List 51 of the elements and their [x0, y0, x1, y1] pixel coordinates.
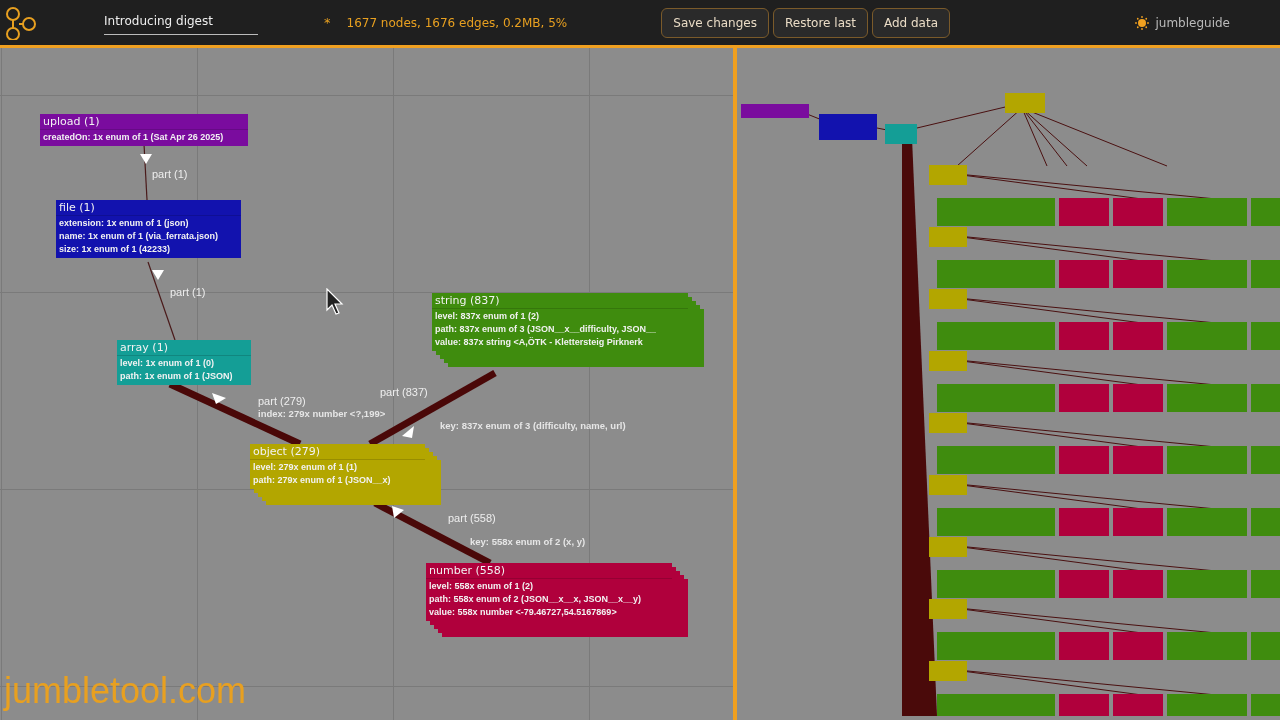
edge-label: part (837) — [380, 386, 428, 398]
arrowhead-icon — [402, 426, 414, 438]
node-field: extension: 1x enum of 1 (json) — [56, 216, 241, 229]
node-field: level: 1x enum of 1 (0) — [117, 356, 251, 369]
unsaved-indicator: * — [324, 15, 331, 30]
node-field: level: 837x enum of 1 (2) — [432, 309, 688, 322]
node-title: upload (1) — [40, 114, 248, 130]
edge-label: part (1) — [152, 168, 188, 180]
node-field: path: 1x enum of 1 (JSON) — [117, 369, 251, 382]
node-field: createdOn: 1x enum of 1 (Sat Apr 26 2025) — [40, 130, 248, 143]
cursor-icon — [326, 288, 346, 316]
node-title: file (1) — [56, 200, 241, 216]
node-title: object (279) — [250, 444, 425, 460]
arrowhead-icon — [212, 393, 226, 404]
edge-line — [143, 143, 148, 201]
toolbar-button[interactable]: Add data — [871, 7, 951, 38]
node-field: value: 837x string <A,ÖTK - Klettersteig Pirknerk — [432, 335, 688, 348]
sun-icon — [1135, 15, 1150, 30]
schema-node[interactable]: file (1) extension: 1x enum of 1 (json) name: 1x enum of 1 (via_ferrata.json) size: 1x enum of 1 (42233) — [56, 200, 241, 258]
graph-node — [819, 114, 877, 140]
toolbar-button[interactable]: Restore last — [772, 7, 868, 38]
graph-stats: 1677 nodes, 1676 edges, 0.2MB, 5% — [346, 15, 568, 30]
edge-label: part (1) — [170, 286, 206, 298]
node-field: path: 837x enum of 3 (JSON__x__difficulty, JSON__ — [432, 322, 688, 335]
node-field: size: 1x enum of 1 (42233) — [56, 242, 241, 255]
node-field: value: 558x number <-79.46727,54.5167869> — [426, 605, 672, 618]
toolbar-button[interactable]: Save changes — [661, 7, 769, 38]
node-field: level: 558x enum of 1 (2) — [426, 579, 672, 592]
edge-label: part (279) — [258, 395, 306, 407]
site-caption: jumbletool.com — [4, 670, 247, 712]
edge-label: part (558) — [448, 512, 496, 524]
graph-node — [885, 124, 917, 144]
graph-node — [1005, 93, 1045, 113]
title-field[interactable]: Introducing digest — [104, 10, 258, 35]
node-title: array (1) — [117, 340, 251, 356]
graph-node — [741, 104, 809, 118]
node-title: number (558) — [426, 563, 672, 579]
node-field: path: 558x enum of 2 (JSON__x__x, JSON__x__y) — [426, 592, 672, 605]
node-field: name: 1x enum of 1 (via_ferrata.json) — [56, 229, 241, 242]
edge-detail: key: 558x enum of 2 (x, y) — [470, 536, 586, 547]
node-field: path: 279x enum of 1 (JSON__x) — [250, 473, 425, 486]
logo-icon[interactable] — [4, 5, 38, 40]
schema-node[interactable]: upload (1) createdOn: 1x enum of 1 (Sat Apr 26 2025) — [40, 114, 248, 146]
brand-link[interactable]: jumbleguide — [1155, 15, 1230, 30]
node-title: string (837) — [432, 293, 688, 309]
arrowhead-icon — [392, 506, 404, 518]
edge-detail: index: 279x number <?,199> — [258, 408, 386, 419]
arrowhead-icon — [140, 154, 152, 164]
edge-detail: key: 837x enum of 3 (difficulty, name, url) — [440, 420, 626, 431]
arrowhead-icon — [152, 270, 164, 280]
node-field: level: 279x enum of 1 (1) — [250, 460, 425, 473]
